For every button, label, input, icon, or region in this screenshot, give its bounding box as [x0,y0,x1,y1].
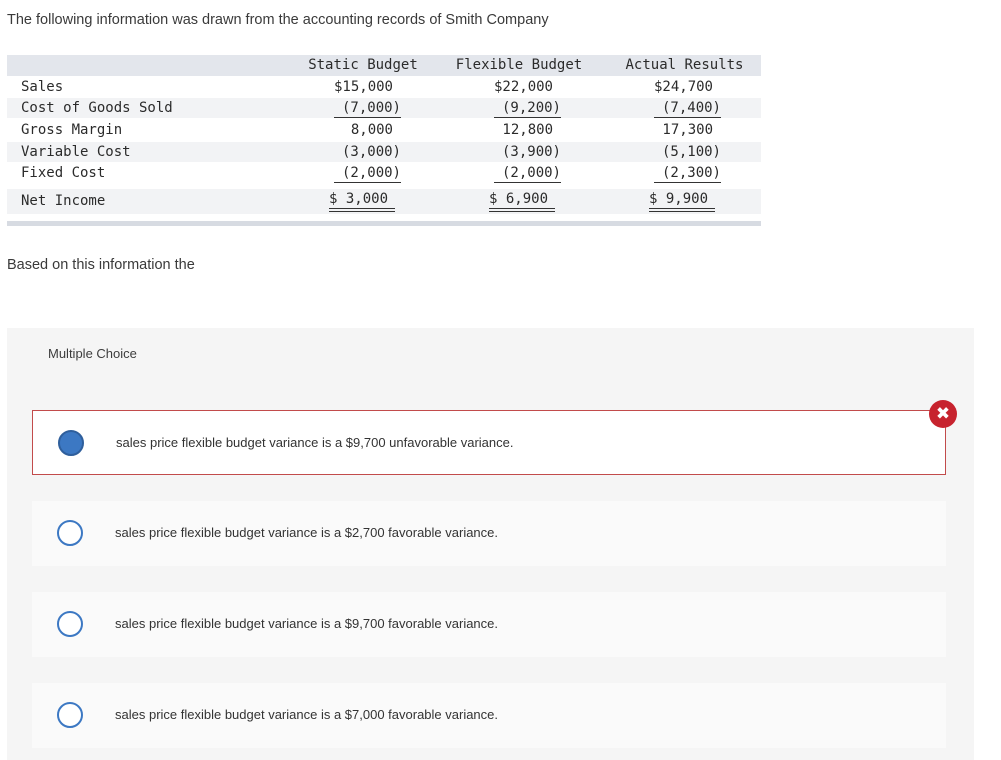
table-row: Fixed Cost (2,000) (2,000) (2,300) [7,163,761,183]
row-label: Gross Margin [21,122,123,138]
column-header-flexible: Flexible Budget [455,57,583,73]
answer-text: sales price flexible budget variance is … [115,707,499,722]
radio-icon[interactable] [57,702,83,728]
underline [494,117,561,118]
actual-value: $ 9,900 [649,191,709,207]
row-label: Sales [21,79,64,95]
incorrect-x-icon: ✖ [929,400,957,428]
static-value: (2,000) [341,165,401,181]
actual-value: 17,300 [662,122,713,138]
row-label: Fixed Cost [21,165,106,181]
double-underline [489,208,555,212]
answer-text: sales price flexible budget variance is … [116,435,514,450]
double-underline [649,208,715,212]
radio-selected-icon[interactable] [58,430,84,456]
underline [334,117,401,118]
flexible-value: $ 6,900 [489,191,549,207]
flexible-value: (3,900) [501,144,561,160]
static-value: (3,000) [341,144,401,160]
underline [334,182,401,183]
actual-value: $24,700 [653,79,713,95]
answer-text: sales price flexible budget variance is … [115,525,499,540]
flexible-value: (9,200) [501,100,561,116]
multiple-choice-panel: Multiple Choice sales price flexible bud… [7,328,974,760]
row-label: Cost of Goods Sold [21,100,173,116]
answer-option[interactable]: sales price flexible budget variance is … [32,592,946,657]
multiple-choice-title: Multiple Choice [48,346,137,361]
column-header-actual: Actual Results [625,57,744,73]
table-row: Variable Cost (3,000) (3,900) (5,100) [7,142,761,162]
actual-value: (5,100) [661,144,721,160]
radio-icon[interactable] [57,611,83,637]
row-label: Net Income [21,193,106,209]
flexible-value: $22,000 [493,79,553,95]
table-row: Sales $15,000 $22,000 $24,700 [7,77,761,97]
static-value: 8,000 [350,122,393,138]
static-value: $ 3,000 [329,191,389,207]
actual-value: (7,400) [661,100,721,116]
row-label: Variable Cost [21,144,131,160]
table-row: Gross Margin 8,000 12,800 17,300 [7,120,761,140]
table-footer-bar [7,221,761,226]
static-value: (7,000) [341,100,401,116]
underline [494,182,561,183]
static-value: $15,000 [333,79,393,95]
flexible-value: 12,800 [502,122,553,138]
double-underline [329,208,395,212]
underline [654,182,721,183]
intro-text: The following information was drawn from… [7,12,549,28]
budget-table: Static Budget Flexible Budget Actual Res… [7,55,761,227]
answer-text: sales price flexible budget variance is … [115,616,499,631]
answer-option[interactable]: sales price flexible budget variance is … [32,683,946,748]
radio-icon[interactable] [57,520,83,546]
column-header-static: Static Budget [308,57,418,73]
underline [654,117,721,118]
actual-value: (2,300) [661,165,721,181]
question-lead: Based on this information the [7,257,195,273]
answer-option[interactable]: sales price flexible budget variance is … [32,501,946,566]
table-row: Cost of Goods Sold (7,000) (9,200) (7,40… [7,98,761,118]
flexible-value: (2,000) [501,165,561,181]
answer-option[interactable]: sales price flexible budget variance is … [32,410,946,475]
